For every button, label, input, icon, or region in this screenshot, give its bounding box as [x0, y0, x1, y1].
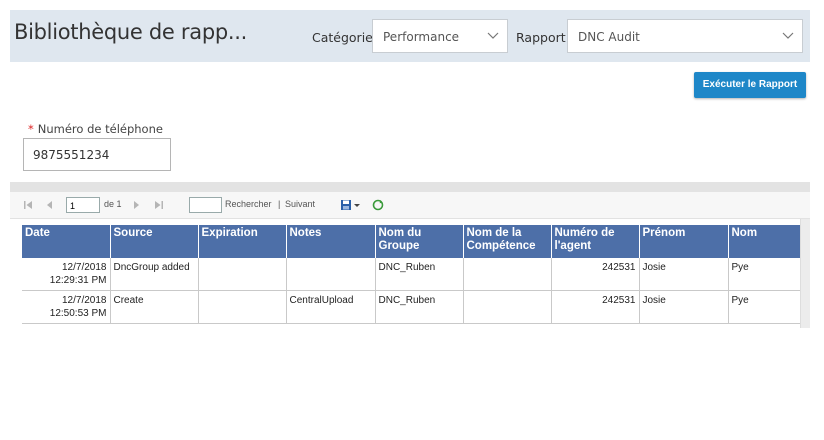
last-name-cell: Pye: [728, 290, 803, 324]
group-cell: DNC_Ruben: [375, 258, 464, 291]
report-content-area: Date Source Expiration Notes Nom du Grou…: [10, 219, 810, 328]
viewer-divider: [10, 182, 810, 192]
report-scrollbar[interactable]: [800, 219, 810, 328]
report-viewer-toolbar: de 1 Rechercher | Suivant: [10, 192, 810, 219]
column-header: Nom de la Compétence: [463, 225, 552, 258]
date-value: 12/7/2018: [62, 262, 107, 273]
expiration-cell: [198, 258, 287, 291]
first-page-icon[interactable]: [22, 199, 34, 211]
source-cell: Create: [110, 290, 199, 324]
table-row: 12/7/2018 12:50:53 PM Create CentralUploa…: [22, 290, 803, 324]
find-text-input[interactable]: [189, 197, 222, 213]
time-value: 12:50:53 PM: [49, 308, 107, 319]
column-header: Numéro de l'agent: [551, 225, 640, 258]
category-select[interactable]: Performance: [372, 19, 508, 53]
notes-cell: CentralUpload: [286, 290, 376, 324]
page-count-label: de 1: [104, 199, 122, 209]
date-value: 12/7/2018: [62, 295, 107, 306]
next-page-icon[interactable]: [130, 199, 142, 211]
report-select[interactable]: DNC Audit: [567, 19, 803, 53]
column-header: Date: [22, 225, 111, 258]
first-name-cell: Josie: [639, 290, 729, 324]
table-row: 12/7/2018 12:29:31 PM DncGroup added DNC_…: [22, 258, 803, 291]
group-cell: DNC_Ruben: [375, 290, 464, 324]
column-header: Prénom: [639, 225, 729, 258]
report-label: Rapport: [516, 30, 566, 45]
find-link[interactable]: Rechercher: [225, 199, 272, 209]
last-page-icon[interactable]: [153, 199, 165, 211]
toolbar-separator: |: [278, 199, 281, 209]
save-export-icon[interactable]: [340, 199, 352, 211]
report-library-panel: Bibliothèque de rapp... Catégorie Perfor…: [10, 10, 810, 328]
chevron-down-icon[interactable]: [353, 199, 361, 211]
column-header: Nom du Groupe: [375, 225, 464, 258]
agent-cell: 242531: [551, 258, 640, 291]
column-header: Nom: [728, 225, 803, 258]
column-header: Source: [110, 225, 199, 258]
phone-number-input[interactable]: [23, 138, 171, 171]
find-next-link[interactable]: Suivant: [285, 199, 315, 209]
column-header: Notes: [286, 225, 376, 258]
header-bar: Bibliothèque de rapp... Catégorie Perfor…: [10, 10, 810, 62]
table-header-row: Date Source Expiration Notes Nom du Grou…: [22, 225, 803, 258]
notes-cell: [286, 258, 376, 291]
page-number-input[interactable]: [66, 197, 100, 213]
agent-cell: 242531: [551, 290, 640, 324]
run-report-button[interactable]: Exécuter le Rapport: [694, 72, 806, 98]
required-marker: *: [28, 122, 34, 136]
page-title: Bibliothèque de rapp...: [14, 20, 248, 44]
report-select-value: DNC Audit: [578, 30, 640, 44]
category-select-value: Performance: [383, 30, 460, 44]
source-cell: DncGroup added: [110, 258, 199, 291]
first-name-cell: Josie: [639, 258, 729, 291]
prev-page-icon[interactable]: [44, 199, 56, 211]
category-label: Catégorie: [312, 30, 373, 45]
column-header: Expiration: [198, 225, 287, 258]
skill-cell: [463, 290, 552, 324]
expiration-cell: [198, 290, 287, 324]
phone-field-label: * Numéro de téléphone: [28, 122, 163, 136]
date-cell: 12/7/2018 12:29:31 PM: [22, 258, 111, 291]
report-table: Date Source Expiration Notes Nom du Grou…: [22, 225, 803, 324]
last-name-cell: Pye: [728, 258, 803, 291]
chevron-down-icon: [487, 32, 499, 39]
chevron-down-icon: [782, 32, 794, 39]
time-value: 12:29:31 PM: [49, 275, 107, 286]
phone-label-text: Numéro de téléphone: [37, 122, 163, 136]
refresh-icon[interactable]: [372, 199, 384, 211]
date-cell: 12/7/2018 12:50:53 PM: [22, 290, 111, 324]
skill-cell: [463, 258, 552, 291]
